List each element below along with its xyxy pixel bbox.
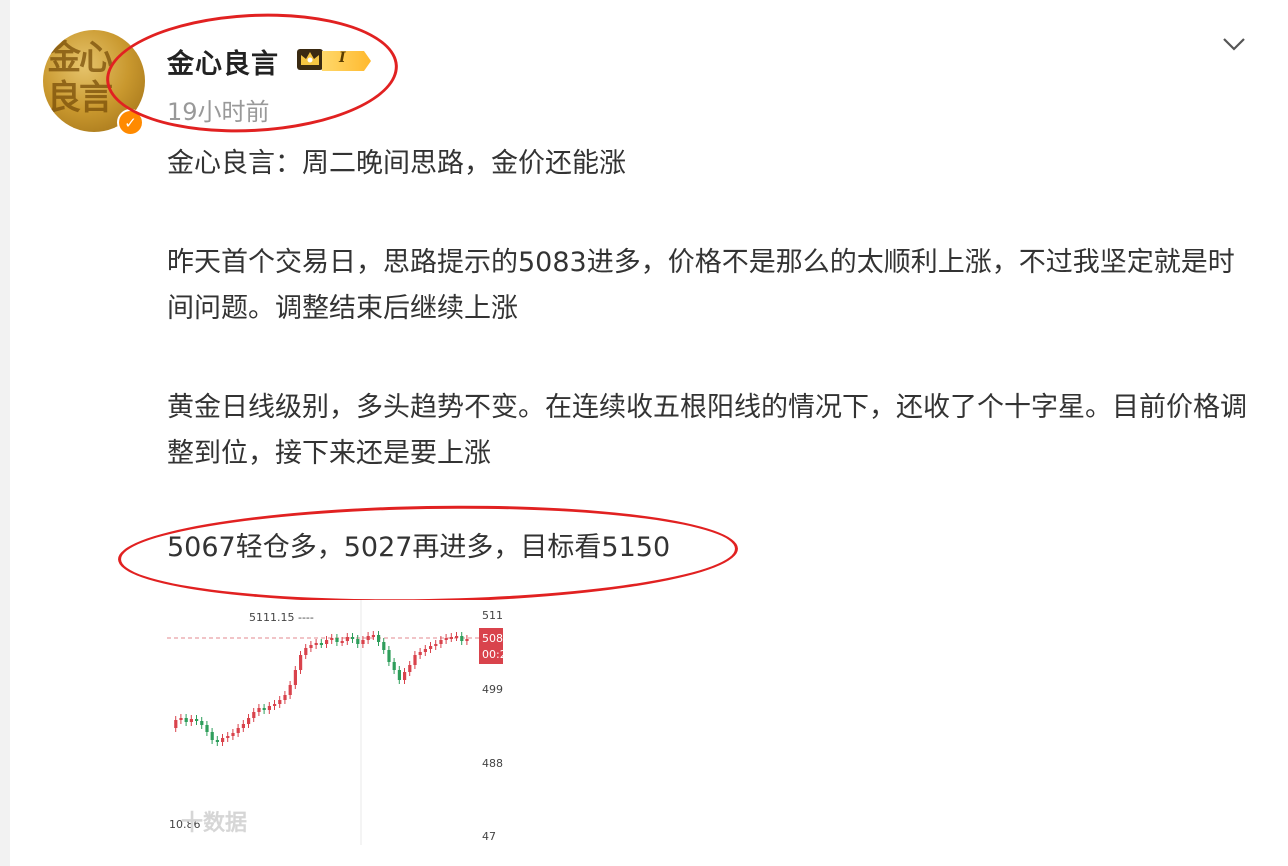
candle-body bbox=[247, 718, 251, 724]
candle-body bbox=[351, 637, 355, 639]
candle-body bbox=[278, 700, 282, 704]
candle-body bbox=[189, 719, 193, 722]
candle-body bbox=[403, 672, 407, 680]
candle-body bbox=[387, 650, 391, 662]
candle-body bbox=[392, 662, 396, 670]
price-tick: 488 bbox=[482, 757, 503, 770]
candle-body bbox=[283, 695, 287, 700]
post-paragraph: 昨天首个交易日，思路提示的5083进多，价格不是那么的太顺利上涨，不过我坚定就是… bbox=[167, 247, 1235, 324]
post-paragraph: 黄金日线级别，多头趋势不变。在连续收五根阳线的情况下，还收了个十字星。目前价格调… bbox=[167, 392, 1247, 469]
candle-body bbox=[382, 642, 386, 650]
candle-body bbox=[304, 648, 308, 655]
candle-body bbox=[293, 670, 297, 685]
candle-body bbox=[226, 736, 230, 738]
candle-body bbox=[174, 720, 178, 728]
candle-body bbox=[413, 655, 417, 665]
candle-body bbox=[221, 738, 225, 742]
price-tick: 499 bbox=[482, 683, 503, 696]
candle-body bbox=[252, 712, 256, 718]
candle-body bbox=[377, 635, 381, 642]
candle-body bbox=[215, 740, 219, 742]
countdown-tag: 00:2 bbox=[482, 648, 503, 661]
price-chart-image[interactable]: 5111.15 ---- 511 508 00:2 499 488 47 10.… bbox=[167, 600, 503, 850]
candle-body bbox=[241, 724, 245, 728]
current-price-tag: 508 bbox=[482, 632, 503, 645]
candle-body bbox=[465, 639, 469, 641]
candle-body bbox=[273, 704, 277, 706]
candle-body bbox=[184, 718, 188, 722]
post-title: 金心良言：周二晚间思路，金价还能涨 bbox=[167, 148, 626, 179]
candle-body bbox=[439, 640, 443, 644]
candle-body bbox=[200, 721, 204, 725]
candle-body bbox=[449, 637, 453, 639]
candle-body bbox=[408, 665, 412, 672]
candle-body bbox=[371, 635, 375, 637]
candlestick-chart: 5111.15 ---- 511 508 00:2 499 488 47 10.… bbox=[167, 600, 503, 850]
candle-body bbox=[210, 732, 214, 740]
candle-body bbox=[366, 636, 370, 640]
candle-body bbox=[460, 636, 464, 641]
candle-body bbox=[345, 637, 349, 641]
candle-body bbox=[288, 685, 292, 695]
candle-body bbox=[205, 725, 209, 732]
candle-body bbox=[361, 640, 365, 644]
candle-body bbox=[319, 643, 323, 645]
candle-body bbox=[444, 638, 448, 640]
candle-body bbox=[325, 640, 329, 644]
candle-body bbox=[236, 728, 240, 733]
candle-body bbox=[267, 706, 271, 710]
max-price-label: 5111.15 ---- bbox=[249, 611, 314, 624]
candle-body bbox=[418, 652, 422, 655]
candle-body bbox=[397, 670, 401, 680]
price-tick: 47 bbox=[482, 830, 496, 843]
candle-body bbox=[455, 636, 459, 638]
candle-body bbox=[262, 708, 266, 710]
candle-body bbox=[299, 655, 303, 670]
candle-body bbox=[314, 643, 318, 645]
candle-body bbox=[434, 644, 438, 646]
candle-body bbox=[423, 649, 427, 652]
candle-body bbox=[179, 718, 183, 720]
candle-body bbox=[340, 641, 344, 643]
candle-body bbox=[335, 638, 339, 642]
candle-body bbox=[356, 639, 360, 644]
candle-body bbox=[429, 646, 433, 649]
candle-body bbox=[231, 733, 235, 736]
candle-body bbox=[309, 645, 313, 648]
price-tick: 511 bbox=[482, 609, 503, 622]
watermark: 十数据 bbox=[181, 810, 247, 836]
candle-body bbox=[257, 708, 261, 712]
candle-body bbox=[195, 719, 199, 721]
candle-body bbox=[330, 638, 334, 640]
chevron-down-icon[interactable] bbox=[1222, 35, 1246, 53]
